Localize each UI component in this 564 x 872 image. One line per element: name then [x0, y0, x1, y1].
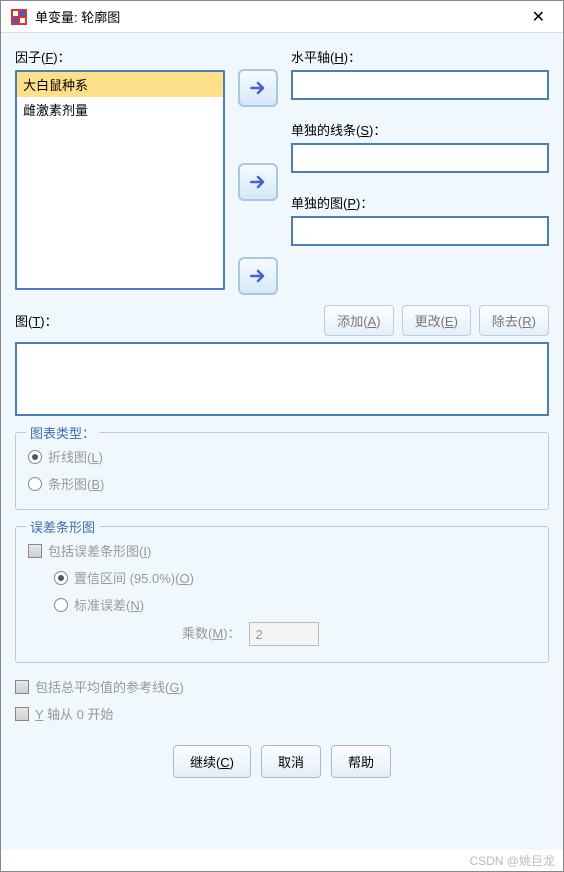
- error-bars-legend: 误差条形图: [26, 517, 99, 536]
- line-chart-radio-row: 折线图(L): [28, 443, 536, 470]
- separate-plots-label: 单独的图(P)：: [291, 193, 549, 212]
- continue-button[interactable]: 继续(C): [173, 745, 251, 778]
- chart-type-group: 图表类型： 折线图(L) 条形图(B): [15, 432, 549, 510]
- dialog-buttons: 继续(C) 取消 帮助: [15, 737, 549, 782]
- targets-column: 水平轴(H)： 单独的线条(S)： 单独的图(P)：: [291, 47, 549, 295]
- cancel-button[interactable]: 取消: [261, 745, 321, 778]
- remove-plot-button[interactable]: 除去(R): [479, 305, 549, 336]
- change-plot-button[interactable]: 更改(E): [402, 305, 471, 336]
- y-from-zero-checkbox[interactable]: [15, 707, 29, 721]
- window-title: 单变量: 轮廓图: [35, 7, 524, 26]
- extra-options: 包括总平均值的参考线(G) Y 轴从 0 开始: [15, 673, 549, 727]
- dialog-window: 单变量: 轮廓图 ✕ 因子(F)： 大白鼠种系雌激素剂量: [0, 0, 564, 872]
- plots-listbox[interactable]: [15, 342, 549, 416]
- arrow-right-icon: [248, 172, 268, 192]
- horizontal-axis-field: 水平轴(H)：: [291, 47, 549, 100]
- horizontal-axis-input[interactable]: [291, 70, 549, 100]
- confidence-interval-row: 置信区间 (95.0%)(O): [54, 564, 536, 591]
- y-from-zero-row: Y 轴从 0 开始: [15, 700, 549, 727]
- reference-line-checkbox[interactable]: [15, 680, 29, 694]
- move-to-plots-button[interactable]: [238, 257, 278, 295]
- factors-label: 因子(F)：: [15, 47, 225, 66]
- separate-lines-input[interactable]: [291, 143, 549, 173]
- include-error-bars-checkbox[interactable]: [28, 544, 42, 558]
- plots-section: 图(T)： 添加(A) 更改(E) 除去(R): [15, 305, 549, 416]
- arrow-right-icon: [248, 78, 268, 98]
- list-item[interactable]: 大白鼠种系: [17, 72, 223, 97]
- separate-lines-field: 单独的线条(S)：: [291, 120, 549, 173]
- confidence-interval-radio[interactable]: [54, 571, 68, 585]
- reference-line-label: 包括总平均值的参考线(G): [35, 677, 184, 696]
- confidence-interval-label: 置信区间 (95.0%)(O): [74, 568, 194, 587]
- chart-type-legend: 图表类型：: [26, 423, 99, 442]
- separate-plots-field: 单独的图(P)：: [291, 193, 549, 246]
- y-from-zero-label: Y 轴从 0 开始: [35, 704, 114, 723]
- app-icon: [11, 9, 27, 25]
- include-error-bars-label: 包括误差条形图(I): [48, 541, 151, 560]
- standard-error-row: 标准误差(N): [54, 591, 536, 618]
- dialog-body: 因子(F)： 大白鼠种系雌激素剂量 水平轴(H)：: [1, 33, 563, 850]
- include-error-bars-row: 包括误差条形图(I): [28, 537, 536, 564]
- separate-plots-input[interactable]: [291, 216, 549, 246]
- factors-column: 因子(F)： 大白鼠种系雌激素剂量: [15, 47, 225, 295]
- line-chart-label: 折线图(L): [48, 447, 103, 466]
- add-plot-button[interactable]: 添加(A): [324, 305, 393, 336]
- bar-chart-radio[interactable]: [28, 477, 42, 491]
- reference-line-row: 包括总平均值的参考线(G): [15, 673, 549, 700]
- factors-listbox[interactable]: 大白鼠种系雌激素剂量: [15, 70, 225, 290]
- multiplier-label: 乘数(M)：: [182, 623, 241, 642]
- move-to-lines-button[interactable]: [238, 163, 278, 201]
- multiplier-row: 乘数(M)：: [54, 618, 536, 650]
- top-row: 因子(F)： 大白鼠种系雌激素剂量 水平轴(H)：: [15, 47, 549, 295]
- line-chart-radio[interactable]: [28, 450, 42, 464]
- plots-label: 图(T)：: [15, 311, 58, 330]
- standard-error-radio[interactable]: [54, 598, 68, 612]
- error-bars-group: 误差条形图 包括误差条形图(I) 置信区间 (95.0%)(O) 标准误差(N): [15, 526, 549, 663]
- bar-chart-radio-row: 条形图(B): [28, 470, 536, 497]
- arrow-buttons-column: [233, 47, 283, 295]
- bar-chart-label: 条形图(B): [48, 474, 104, 493]
- plots-buttons: 添加(A) 更改(E) 除去(R): [324, 305, 549, 336]
- plots-header-row: 图(T)： 添加(A) 更改(E) 除去(R): [15, 305, 549, 336]
- standard-error-label: 标准误差(N): [74, 595, 144, 614]
- titlebar: 单变量: 轮廓图 ✕: [1, 1, 563, 33]
- close-button[interactable]: ✕: [524, 5, 553, 29]
- horizontal-axis-label: 水平轴(H)：: [291, 47, 549, 66]
- list-item[interactable]: 雌激素剂量: [17, 97, 223, 122]
- multiplier-input[interactable]: [249, 622, 319, 646]
- help-button[interactable]: 帮助: [331, 745, 391, 778]
- watermark: CSDN @姚巨龙: [1, 850, 563, 871]
- separate-lines-label: 单独的线条(S)：: [291, 120, 549, 139]
- move-to-horizontal-button[interactable]: [238, 69, 278, 107]
- arrow-right-icon: [248, 266, 268, 286]
